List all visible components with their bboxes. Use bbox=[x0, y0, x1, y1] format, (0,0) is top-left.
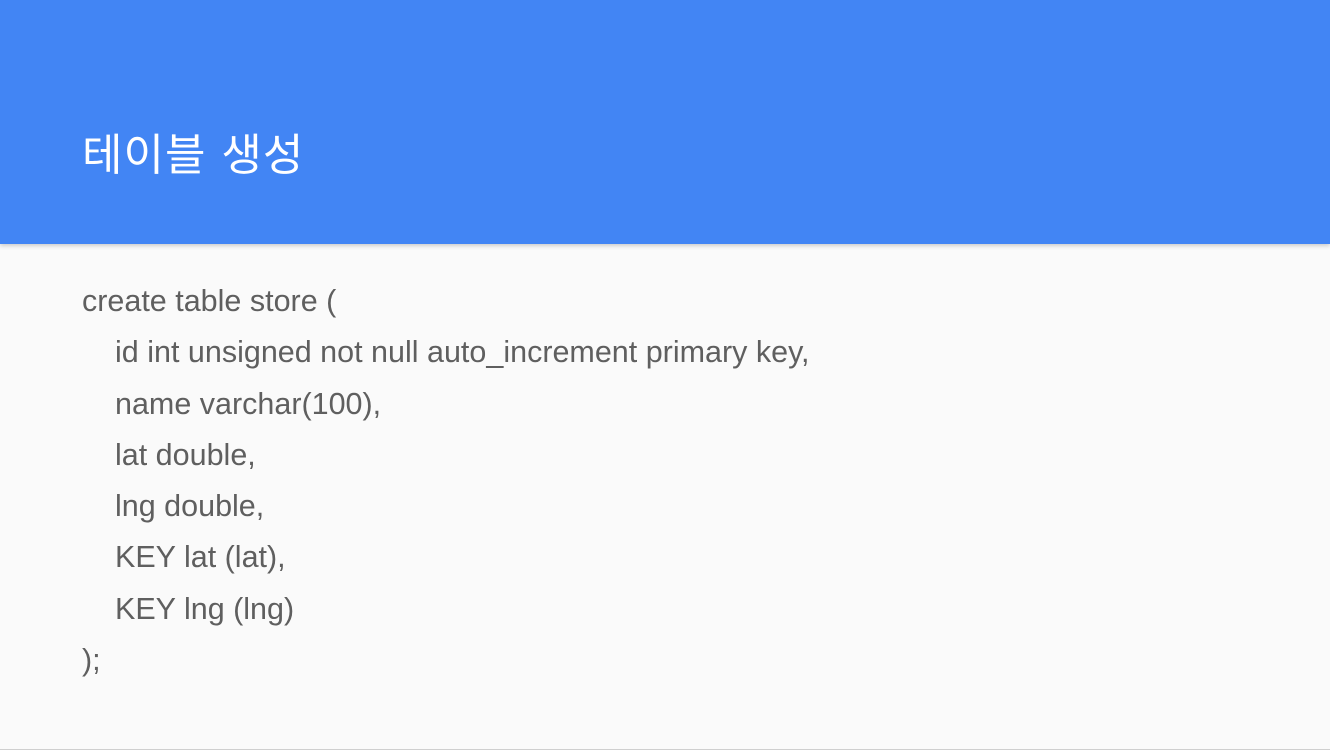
code-line-create-table: create table store ( bbox=[82, 284, 337, 318]
code-line-lat-column: lat double, bbox=[115, 437, 256, 472]
code-line-lng-column: lng double, bbox=[115, 489, 265, 524]
code-line-closing: ); bbox=[82, 643, 101, 678]
code-line-name-column: name varchar(100), bbox=[115, 386, 382, 421]
code-line-lat-key: KEY lat (lat), bbox=[115, 540, 286, 575]
slide: 테이블 생성 create table store ( id int unsig… bbox=[0, 0, 1330, 750]
code-line-id-column: id int unsigned not null auto_increment … bbox=[115, 335, 810, 370]
code-line-lng-key: KEY lng (lng) bbox=[115, 591, 295, 626]
slide-title: 테이블 생성 bbox=[82, 130, 305, 181]
slide-body: create table store ( id int unsigned not… bbox=[82, 276, 1252, 686]
slide-header: 테이블 생성 bbox=[0, 0, 1330, 244]
